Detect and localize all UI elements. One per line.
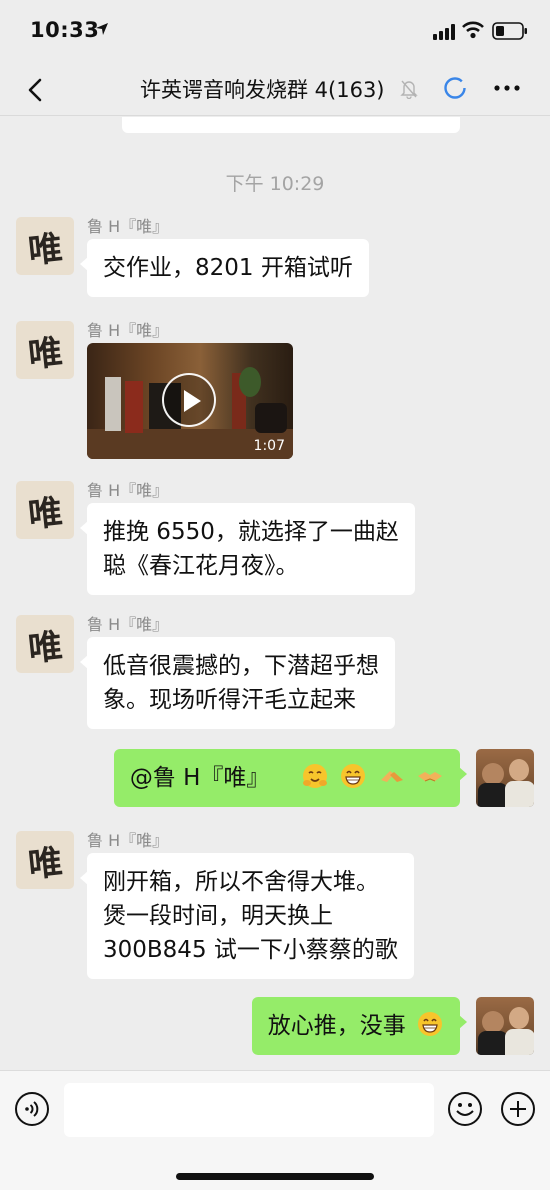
avatar-char: 唯: [26, 491, 65, 536]
grin-emoji-icon: [418, 1012, 442, 1036]
nav-bar: 许英谔音响发烧群 4(163): [0, 64, 550, 116]
avatar[interactable]: 唯: [16, 615, 74, 673]
my-avatar[interactable]: [476, 997, 534, 1055]
avatar[interactable]: 唯: [16, 217, 74, 275]
message-bubble[interactable]: 刚开箱，所以不舍得大堆。 煲一段时间，明天换上 300B845 试一下小蔡蔡的歌: [80, 853, 414, 979]
message-bubble[interactable]: @鲁 H『唯』: [113, 749, 468, 807]
message-bubble[interactable]: 低音很震撼的，下潜超乎想 象。现场听得汗毛立起来: [80, 637, 395, 729]
sender-name: 鲁 H『唯』: [87, 831, 169, 850]
chat-area[interactable]: 收藏 下午 10:29 唯 鲁 H『唯』 交作业，8201 开箱试听 唯 鲁 H…: [0, 117, 550, 1070]
message-line: 推挽 6550，就选择了一曲赵: [103, 519, 399, 545]
video-duration: 1:07: [253, 438, 285, 454]
message-line: 聪《春江花月夜》。: [103, 553, 299, 579]
message-bubble[interactable]: 推挽 6550，就选择了一曲赵 聪《春江花月夜》。: [80, 503, 415, 595]
home-indicator[interactable]: [176, 1173, 374, 1180]
more-options-button[interactable]: [492, 76, 522, 100]
message-line: 煲一段时间，明天换上: [103, 903, 333, 929]
avatar-char: 唯: [26, 625, 65, 670]
message-input[interactable]: [64, 1083, 434, 1137]
message-line: 象。现场听得汗毛立起来: [103, 687, 356, 713]
handshake-emoji-icon: [380, 771, 403, 782]
avatar-char: 唯: [26, 331, 65, 376]
emoji-picker-button[interactable]: [447, 1091, 483, 1127]
play-icon[interactable]: [162, 373, 216, 427]
handshake-emoji-icon: [418, 772, 442, 782]
avatar[interactable]: 唯: [16, 481, 74, 539]
hug-emoji-icon: [303, 764, 328, 788]
message-bubble[interactable]: 交作业，8201 开箱试听: [80, 239, 369, 297]
sender-name: 鲁 H『唯』: [87, 321, 169, 340]
sender-name: 鲁 H『唯』: [87, 615, 169, 634]
message-line: 低音很震撼的，下潜超乎想: [103, 653, 379, 679]
back-button[interactable]: [22, 74, 50, 106]
message-text: 放心推，没事: [267, 1013, 406, 1039]
message-text: 交作业，8201 开箱试听: [103, 255, 353, 281]
favorite-card[interactable]: 收藏: [122, 117, 460, 133]
message-bubble[interactable]: 放心推，没事: [251, 997, 468, 1055]
status-time: 10:33: [30, 18, 100, 42]
favorite-card-label: 收藏: [138, 117, 168, 118]
location-arrow-icon: [96, 23, 108, 35]
more-functions-button[interactable]: [500, 1091, 536, 1127]
voice-input-button[interactable]: [14, 1091, 50, 1127]
grin-emoji-icon: [341, 764, 366, 788]
time-divider: 下午 10:29: [225, 173, 325, 195]
avatar[interactable]: 唯: [16, 831, 74, 889]
avatar-char: 唯: [26, 841, 65, 886]
battery-icon: [492, 22, 527, 40]
avatar-char: 唯: [26, 227, 65, 272]
chat-title: 许英谔音响发烧群 4(163): [140, 78, 385, 102]
sender-name: 鲁 H『唯』: [87, 481, 169, 500]
wifi-icon: [462, 21, 484, 39]
avatar[interactable]: 唯: [16, 321, 74, 379]
input-bar: [0, 1070, 550, 1190]
mute-bell-icon: [400, 80, 418, 99]
message-text: @鲁 H『唯』: [129, 765, 270, 791]
message-line: 刚开箱，所以不舍得大堆。: [103, 869, 379, 895]
my-avatar[interactable]: [476, 749, 534, 807]
status-bar: 10:33: [0, 0, 550, 64]
message-line: 300B845 试一下小蔡蔡的歌: [103, 937, 398, 963]
video-message[interactable]: 1:07: [87, 343, 293, 459]
sync-loading-icon: [444, 77, 466, 99]
sender-name: 鲁 H『唯』: [87, 217, 169, 236]
cellular-signal-icon: [433, 24, 455, 40]
